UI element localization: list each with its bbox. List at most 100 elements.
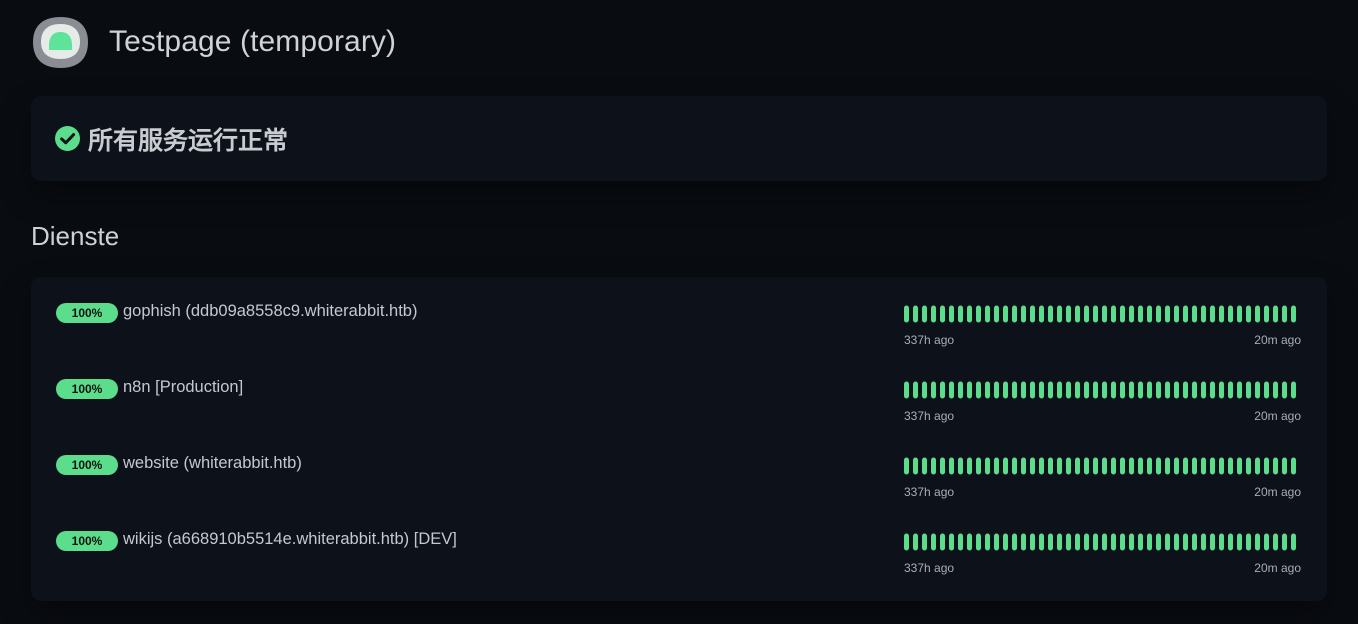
heartbeat-beat[interactable] <box>1120 457 1125 475</box>
heartbeat-beat[interactable] <box>1066 457 1071 475</box>
heartbeat-beat[interactable] <box>1003 381 1008 399</box>
heartbeat-beat[interactable] <box>940 305 945 323</box>
heartbeat-beat[interactable] <box>1039 533 1044 551</box>
heartbeat-bar[interactable] <box>903 457 1303 475</box>
heartbeat-beat[interactable] <box>1057 457 1062 475</box>
heartbeat-beat[interactable] <box>1237 381 1242 399</box>
heartbeat-beat[interactable] <box>1075 381 1080 399</box>
heartbeat-beat[interactable] <box>949 305 954 323</box>
heartbeat-beat[interactable] <box>1291 305 1296 323</box>
heartbeat-beat[interactable] <box>1021 305 1026 323</box>
heartbeat-beat[interactable] <box>1174 533 1179 551</box>
heartbeat-beat[interactable] <box>1093 305 1098 323</box>
heartbeat-beat[interactable] <box>1273 305 1278 323</box>
heartbeat-beat[interactable] <box>922 533 927 551</box>
heartbeat-beat[interactable] <box>1012 305 1017 323</box>
heartbeat-beat[interactable] <box>1264 305 1269 323</box>
heartbeat-beat[interactable] <box>1156 533 1161 551</box>
heartbeat-beat[interactable] <box>1255 533 1260 551</box>
heartbeat-beat[interactable] <box>904 533 909 551</box>
heartbeat-beat[interactable] <box>1003 533 1008 551</box>
heartbeat-beat[interactable] <box>1273 533 1278 551</box>
heartbeat-beat[interactable] <box>1120 305 1125 323</box>
heartbeat-beat[interactable] <box>1165 381 1170 399</box>
heartbeat-bar[interactable] <box>903 533 1303 551</box>
heartbeat-beat[interactable] <box>1246 533 1251 551</box>
heartbeat-beat[interactable] <box>1111 457 1116 475</box>
service-name[interactable]: n8n [Production] <box>123 378 243 397</box>
heartbeat-beat[interactable] <box>1282 457 1287 475</box>
heartbeat-beat[interactable] <box>1264 533 1269 551</box>
heartbeat-beat[interactable] <box>1246 457 1251 475</box>
service-name[interactable]: website (whiterabbit.htb) <box>123 454 302 473</box>
heartbeat-beat[interactable] <box>1039 305 1044 323</box>
heartbeat-beat[interactable] <box>913 457 918 475</box>
heartbeat-beat[interactable] <box>1291 457 1296 475</box>
heartbeat-beat[interactable] <box>1021 457 1026 475</box>
heartbeat-beat[interactable] <box>1255 305 1260 323</box>
heartbeat-beat[interactable] <box>940 533 945 551</box>
heartbeat-beat[interactable] <box>1066 381 1071 399</box>
heartbeat-beat[interactable] <box>985 457 990 475</box>
heartbeat-beat[interactable] <box>1201 305 1206 323</box>
heartbeat-beat[interactable] <box>1156 305 1161 323</box>
heartbeat-beat[interactable] <box>1156 381 1161 399</box>
heartbeat-beat[interactable] <box>1165 533 1170 551</box>
heartbeat-beat[interactable] <box>1228 305 1233 323</box>
heartbeat-beat[interactable] <box>1246 305 1251 323</box>
heartbeat-beat[interactable] <box>949 381 954 399</box>
heartbeat-beat[interactable] <box>1219 381 1224 399</box>
heartbeat-beat[interactable] <box>994 381 999 399</box>
heartbeat-beat[interactable] <box>1048 305 1053 323</box>
heartbeat-bar[interactable] <box>903 381 1303 399</box>
heartbeat-beat[interactable] <box>949 457 954 475</box>
heartbeat-beat[interactable] <box>922 457 927 475</box>
heartbeat-beat[interactable] <box>913 533 918 551</box>
heartbeat-beat[interactable] <box>1264 457 1269 475</box>
heartbeat-beat[interactable] <box>1219 305 1224 323</box>
heartbeat-beat[interactable] <box>1048 533 1053 551</box>
heartbeat-beat[interactable] <box>1183 533 1188 551</box>
heartbeat-beat[interactable] <box>1291 381 1296 399</box>
heartbeat-beat[interactable] <box>1138 533 1143 551</box>
heartbeat-beat[interactable] <box>1075 305 1080 323</box>
heartbeat-beat[interactable] <box>913 381 918 399</box>
heartbeat-beat[interactable] <box>1093 533 1098 551</box>
heartbeat-beat[interactable] <box>1255 457 1260 475</box>
service-name[interactable]: gophish (ddb09a8558c9.whiterabbit.htb) <box>123 302 417 321</box>
heartbeat-beat[interactable] <box>1174 457 1179 475</box>
heartbeat-beat[interactable] <box>1147 533 1152 551</box>
heartbeat-beat[interactable] <box>931 457 936 475</box>
heartbeat-beat[interactable] <box>1129 305 1134 323</box>
heartbeat-beat[interactable] <box>1228 533 1233 551</box>
heartbeat-beat[interactable] <box>1111 305 1116 323</box>
heartbeat-beat[interactable] <box>940 457 945 475</box>
heartbeat-beat[interactable] <box>1129 457 1134 475</box>
heartbeat-beat[interactable] <box>1219 533 1224 551</box>
heartbeat-beat[interactable] <box>1165 457 1170 475</box>
heartbeat-beat[interactable] <box>1183 305 1188 323</box>
heartbeat-beat[interactable] <box>1048 381 1053 399</box>
heartbeat-beat[interactable] <box>1129 533 1134 551</box>
heartbeat-beat[interactable] <box>1057 381 1062 399</box>
heartbeat-beat[interactable] <box>985 381 990 399</box>
heartbeat-beat[interactable] <box>1201 533 1206 551</box>
heartbeat-beat[interactable] <box>1192 533 1197 551</box>
heartbeat-beat[interactable] <box>1111 533 1116 551</box>
heartbeat-beat[interactable] <box>1129 381 1134 399</box>
heartbeat-beat[interactable] <box>1057 305 1062 323</box>
heartbeat-beat[interactable] <box>1138 305 1143 323</box>
heartbeat-beat[interactable] <box>1102 305 1107 323</box>
heartbeat-beat[interactable] <box>922 381 927 399</box>
heartbeat-beat[interactable] <box>1012 457 1017 475</box>
heartbeat-beat[interactable] <box>904 381 909 399</box>
heartbeat-beat[interactable] <box>1066 533 1071 551</box>
heartbeat-beat[interactable] <box>958 381 963 399</box>
heartbeat-beat[interactable] <box>1111 381 1116 399</box>
heartbeat-beat[interactable] <box>1174 381 1179 399</box>
heartbeat-beat[interactable] <box>985 533 990 551</box>
heartbeat-beat[interactable] <box>1012 533 1017 551</box>
heartbeat-beat[interactable] <box>949 533 954 551</box>
heartbeat-beat[interactable] <box>1291 533 1296 551</box>
heartbeat-beat[interactable] <box>1003 457 1008 475</box>
